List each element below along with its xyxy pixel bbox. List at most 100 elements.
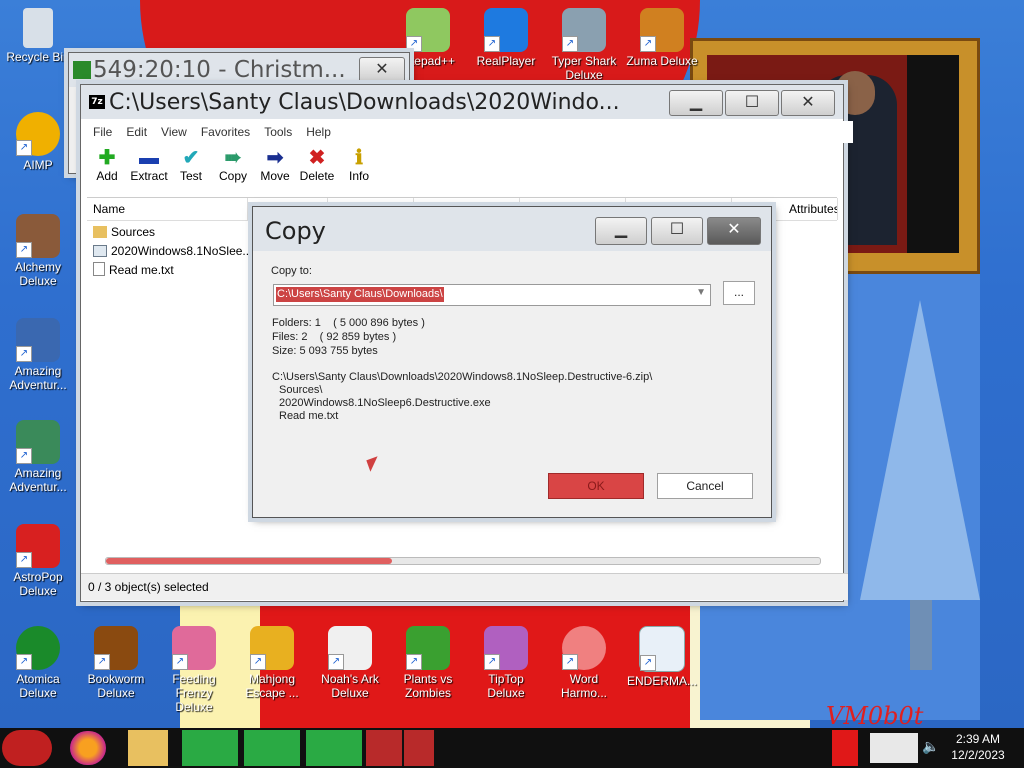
test-button[interactable]: ✔ Test (169, 147, 213, 183)
taskbar-app-tree-icon[interactable] (244, 730, 300, 766)
clock-time[interactable]: 2:39 AM (950, 732, 1006, 746)
source-item: Read me.txt (279, 410, 339, 422)
menu-file[interactable]: File (93, 125, 112, 139)
amazing-adventures-1-icon[interactable]: ↗ Amazing Adventur... (0, 318, 76, 392)
taskbar-app-icon[interactable] (404, 730, 434, 766)
background-window-title: 549:20:10 - Christm... (93, 57, 346, 83)
folders-info: Folders: 1 ( 5 000 896 bytes ) (272, 317, 425, 329)
source-path: C:\Users\Santy Claus\Downloads\2020Windo… (272, 371, 653, 383)
copy-to-label: Copy to: (271, 265, 312, 277)
double-arrow-icon: ➠ (224, 147, 242, 169)
cancel-button[interactable]: Cancel (657, 473, 753, 499)
mahjong-escape-icon[interactable]: ↗ Mahjong Escape ... (234, 626, 310, 700)
typer-shark-deluxe-icon[interactable]: ↗ Typer Shark Deluxe (546, 8, 622, 82)
close-icon: ✕ (727, 219, 741, 238)
aimp-icon[interactable]: ↗ AIMP (0, 112, 76, 172)
taskbar-app-icon[interactable] (366, 730, 402, 766)
arrow-right-icon: ➡ (266, 147, 284, 169)
enderman-icon[interactable]: ↗ ENDERMA... (624, 626, 700, 688)
realplayer-icon[interactable]: ↗ RealPlayer (468, 8, 544, 68)
file-row[interactable]: Sources (93, 223, 155, 241)
close-icon: ✕ (801, 92, 815, 111)
add-button[interactable]: ✚ Add (85, 147, 129, 183)
maximize-button[interactable]: ☐ (725, 90, 779, 116)
noahs-ark-deluxe-icon[interactable]: ↗ Noah's Ark Deluxe (312, 626, 388, 700)
speaker-icon[interactable]: 🔈 (922, 738, 939, 755)
close-button-back[interactable]: ✕ (359, 57, 405, 83)
minus-icon: ▬ (139, 147, 159, 169)
alchemy-deluxe-icon[interactable]: ↗ Alchemy Deluxe (0, 214, 76, 288)
move-button[interactable]: ➡ Move (253, 147, 297, 183)
taskbar-chrome-icon[interactable] (182, 730, 238, 766)
copy-to-value: C:\Users\Santy Claus\Downloads\ (276, 287, 444, 302)
menu-help[interactable]: Help (306, 125, 331, 139)
source-item: 2020Windows8.1NoSleep6.Destructive.exe (279, 397, 491, 409)
minimize-button[interactable]: ▁ (669, 90, 723, 116)
copy-button[interactable]: ➠ Copy (211, 147, 255, 183)
progress-fill (106, 558, 392, 564)
exe-file-icon (93, 245, 107, 257)
menu-tools[interactable]: Tools (264, 125, 292, 139)
tiptop-deluxe-icon[interactable]: ↗ TipTop Deluxe (468, 626, 544, 700)
zuma-deluxe-icon[interactable]: ↗ Zuma Deluxe (624, 8, 700, 68)
size-info: Size: 5 093 755 bytes (272, 345, 378, 357)
plus-icon: ✚ (98, 147, 116, 169)
astropop-deluxe-icon[interactable]: ↗ AstroPop Deluxe (0, 524, 76, 598)
extract-button[interactable]: ▬ Extract (127, 147, 171, 183)
feeding-frenzy-deluxe-icon[interactable]: ↗ Feeding Frenzy Deluxe (156, 626, 232, 714)
clock-date[interactable]: 12/2/2023 (946, 748, 1010, 762)
status-bar: 0 / 3 object(s) selected (81, 573, 848, 600)
delete-button[interactable]: ✖ Delete (295, 147, 339, 183)
menu-view[interactable]: View (161, 125, 187, 139)
recycle-bin-icon[interactable]: Recycle Bin (0, 8, 76, 64)
taskbar-sevenzip-icon[interactable] (306, 730, 362, 766)
window-app-icon (73, 61, 91, 79)
column-attributes[interactable]: Attributes (783, 198, 838, 220)
maximize-icon: ☐ (669, 219, 685, 238)
column-name[interactable]: Name (87, 198, 248, 220)
files-info: Files: 2 ( 92 859 bytes ) (272, 331, 397, 343)
taskbar-firefox-icon[interactable] (70, 731, 106, 765)
status-text: 0 / 3 object(s) selected (88, 580, 209, 594)
progress-bar (105, 557, 821, 565)
copy-dialog-titlebar[interactable]: Copy ▁ ☐ ✕ (253, 207, 771, 251)
menu-bar: File Edit View Favorites Tools Help (81, 121, 853, 143)
browse-button[interactable]: ... (723, 281, 755, 305)
dialog-close-button[interactable]: ✕ (707, 217, 761, 245)
amazing-adventures-2-icon[interactable]: ↗ Amazing Adventur... (0, 420, 76, 494)
dialog-minimize-button[interactable]: ▁ (595, 217, 647, 245)
start-button[interactable] (2, 730, 52, 766)
copy-dialog-title: Copy (265, 217, 326, 245)
menu-edit[interactable]: Edit (126, 125, 147, 139)
sevenzip-title: C:\Users\Santy Claus\Downloads\2020Windo… (109, 90, 620, 115)
chevron-down-icon[interactable]: ▼ (696, 287, 706, 298)
sevenzip-titlebar[interactable]: 7z C:\Users\Santy Claus\Downloads\2020Wi… (81, 85, 843, 119)
file-row[interactable]: 2020Windows8.1NoSlee... (93, 242, 252, 260)
close-icon: ✕ (375, 59, 389, 78)
minimize-icon: ▁ (689, 92, 703, 111)
atomica-deluxe-icon[interactable]: ↗ Atomica Deluxe (0, 626, 76, 700)
sevenzip-app-icon: 7z (89, 95, 105, 109)
copy-dialog-body: Copy to: C:\Users\Santy Claus\Downloads\… (257, 251, 765, 513)
copy-dialog[interactable]: Copy ▁ ☐ ✕ Copy to: C:\Users\Santy Claus… (252, 206, 772, 518)
maximize-icon: ☐ (744, 92, 760, 111)
menu-favorites[interactable]: Favorites (201, 125, 250, 139)
minimize-icon: ▁ (614, 219, 628, 238)
plants-vs-zombies-icon[interactable]: ↗ Plants vs Zombies (390, 626, 466, 700)
close-button[interactable]: ✕ (781, 90, 835, 116)
tray-red-icon[interactable] (832, 730, 858, 766)
copy-to-combobox[interactable]: C:\Users\Santy Claus\Downloads\ ▼ (273, 284, 711, 306)
source-item: Sources\ (279, 384, 323, 396)
info-button[interactable]: ℹ Info (337, 147, 381, 183)
toolbar: ✚ Add ▬ Extract ✔ Test ➠ Copy ➡ Move ✖ D… (81, 145, 841, 197)
tray-network-icon[interactable] (870, 733, 918, 763)
watermark: VM0b0t (826, 702, 924, 728)
bookworm-deluxe-icon[interactable]: ↗ Bookworm Deluxe (78, 626, 154, 700)
file-row[interactable]: Read me.txt (93, 261, 174, 279)
dialog-maximize-button[interactable]: ☐ (651, 217, 703, 245)
x-icon: ✖ (308, 147, 326, 169)
ok-button[interactable]: OK (548, 473, 644, 499)
taskbar-explorer-icon[interactable] (128, 730, 168, 766)
word-harmony-icon[interactable]: ↗ Word Harmo... (546, 626, 622, 700)
check-icon: ✔ (182, 147, 200, 169)
